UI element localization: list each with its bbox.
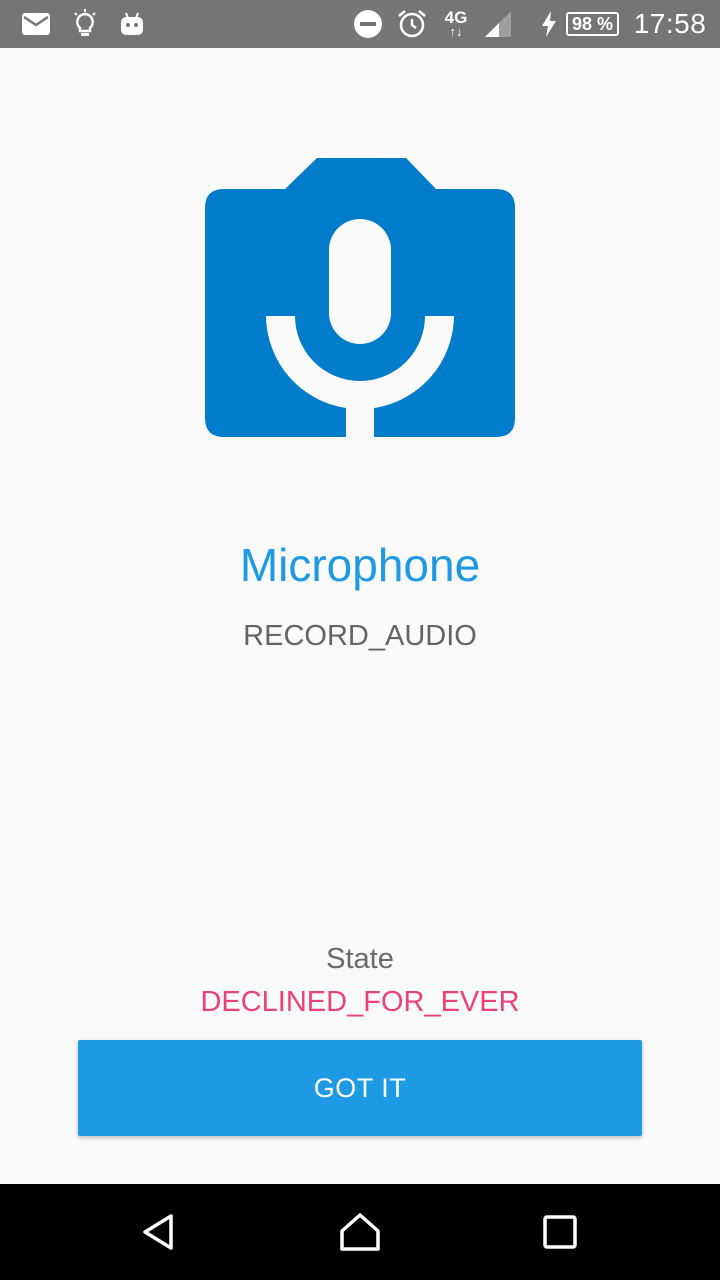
clock: 17:58 xyxy=(632,0,708,48)
home-icon[interactable] xyxy=(336,1208,384,1256)
do-not-disturb-icon xyxy=(352,0,384,48)
status-bar: 4G ↑↓ 98 % 17:58 xyxy=(0,0,720,48)
camera-microphone-icon xyxy=(200,156,520,446)
network-type-label: 4G xyxy=(444,8,468,27)
alarm-icon xyxy=(396,0,428,48)
back-icon[interactable] xyxy=(134,1208,182,1256)
got-it-button[interactable]: GOT IT xyxy=(78,1040,642,1136)
state-label: State xyxy=(326,943,394,975)
state-value: DECLINED_FOR_EVER xyxy=(200,986,520,1018)
got-it-label: GOT IT xyxy=(313,1072,407,1103)
signal-icon xyxy=(482,0,514,48)
permission-name: RECORD_AUDIO xyxy=(243,620,477,652)
permission-title: Microphone xyxy=(239,539,481,591)
recents-icon[interactable] xyxy=(536,1208,584,1256)
network-4g-icon: 4G ↑↓ xyxy=(438,0,474,48)
mail-icon xyxy=(20,0,52,48)
battery-icon: 98 % xyxy=(566,12,620,36)
permission-screen: Microphone RECORD_AUDIO State DECLINED_F… xyxy=(0,48,720,1184)
navigation-bar xyxy=(0,1184,720,1280)
status-time: 17:58 xyxy=(633,8,707,39)
network-activity-arrows: ↑↓ xyxy=(449,24,463,39)
charging-icon xyxy=(538,0,560,48)
android-icon xyxy=(118,0,146,48)
battery-percent: 98 % xyxy=(572,14,614,34)
lightbulb-icon xyxy=(72,0,98,48)
